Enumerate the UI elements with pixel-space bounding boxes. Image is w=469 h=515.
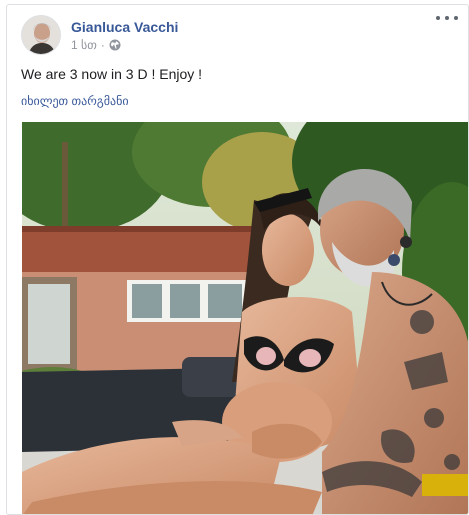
post-text: We are 3 now in 3 D ! Enjoy !: [21, 66, 203, 82]
post-photo[interactable]: [22, 122, 468, 514]
post-meta: 1 სთ ·: [71, 38, 121, 52]
post-card: Gianluca Vacchi 1 სთ · We are 3 now in 3…: [6, 4, 469, 515]
options-dot: [454, 16, 458, 20]
post-photo-image: [22, 122, 468, 514]
author-avatar[interactable]: [21, 15, 61, 55]
options-dot: [436, 16, 440, 20]
author-name[interactable]: Gianluca Vacchi: [71, 19, 178, 35]
options-dot: [445, 16, 449, 20]
post-options-button[interactable]: [436, 11, 458, 25]
meta-separator: ·: [100, 38, 105, 52]
avatar-image: [22, 16, 60, 54]
globe-icon[interactable]: [109, 39, 121, 51]
post-timestamp[interactable]: 1 სთ: [71, 38, 97, 52]
see-translation-link[interactable]: იხილეთ თარგმანი: [21, 94, 129, 108]
